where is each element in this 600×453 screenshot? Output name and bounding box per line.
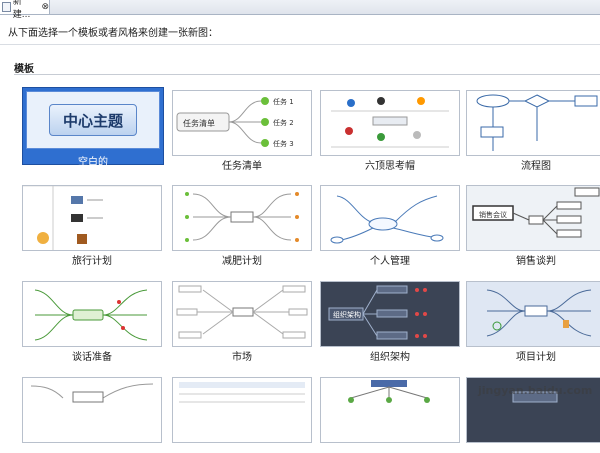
template-label: 项目计划 [516,352,556,363]
central-topic-preview: 中心主题 [49,104,137,136]
blank-map-thumbnail: 中心主题 [26,91,160,149]
sales-negotiation-thumbnail: 销售会议 [466,185,600,251]
template-card-sales[interactable]: 销售会议 销售谈判 [466,185,600,267]
thumb-text: 组织架构 [333,310,361,319]
template-label: 空白的 [78,157,108,168]
diet-plan-thumbnail [172,185,312,251]
six-hats-thumbnail [320,90,460,156]
project-plan-thumbnail [466,281,600,347]
template-card-blank[interactable]: 中心主题 空白的 [22,87,164,168]
close-icon[interactable]: ⊗ [41,2,49,12]
thumb-text: 销售会议 [479,210,507,219]
template-label: 流程图 [521,161,551,172]
section-divider [14,74,600,75]
template-label: 组织架构 [370,352,410,363]
template-card-diet[interactable]: 减肥计划 [172,185,312,267]
template-card-org[interactable]: 组织架构 组织架构 [320,281,460,363]
thumb-text: 任务清单 [183,118,215,128]
table-thumbnail [172,377,312,443]
template-card-row4-2[interactable] [172,377,312,453]
thumb-text: 任务 2 [273,118,294,127]
template-label: 减肥计划 [222,256,262,267]
instruction-text: 从下面选择一个模板或者风格来创建一张新图： [8,28,218,39]
tab-title: 新建... [12,0,31,20]
tab-new[interactable]: 新建... ⊗ [0,0,50,20]
section-title: 模板 [14,64,34,75]
document-icon [2,2,11,12]
template-card-row4-3[interactable] [320,377,460,453]
thumb-text: 任务 3 [273,139,294,148]
template-card-row4-1[interactable] [22,377,162,453]
template-card-flowchart[interactable]: 流程图 [466,90,600,172]
template-card-market[interactable]: 市场 [172,281,312,363]
template-label: 销售谈判 [516,256,556,267]
thumb-text: 任务 1 [273,97,294,106]
template-card-travel[interactable]: 旅行计划 [22,185,162,267]
template-label: 任务清单 [222,161,262,172]
tab-bar: 新建... ⊗ [0,0,600,20]
template-label: 谈话准备 [72,352,112,363]
template-card-talk[interactable]: 谈话准备 [22,281,162,363]
template-card-task-list[interactable]: 任务清单 任务 1 任务 2 任务 3 任务清单 [172,90,312,172]
project-status-thumbnail [22,377,162,443]
personal-mgmt-thumbnail [320,185,460,251]
divider [0,44,600,45]
template-label: 旅行计划 [72,256,112,267]
template-card-six-hats[interactable]: 六顶思考帽 [320,90,460,172]
template-card-personal[interactable]: 个人管理 [320,185,460,267]
watermark-text: jingyan.baidu.com [478,384,593,397]
flowchart-thumbnail [466,90,600,156]
template-card-project[interactable]: 项目计划 [466,281,600,363]
template-label: 六顶思考帽 [365,161,415,172]
market-thumbnail [172,281,312,347]
task-list-thumbnail: 任务清单 任务 1 任务 2 任务 3 [172,90,312,156]
template-label: 市场 [232,352,252,363]
talk-prep-thumbnail [22,281,162,347]
hierarchy-thumbnail [320,377,460,443]
travel-plan-thumbnail [22,185,162,251]
org-chart-thumbnail: 组织架构 [320,281,460,347]
template-label: 个人管理 [370,256,410,267]
